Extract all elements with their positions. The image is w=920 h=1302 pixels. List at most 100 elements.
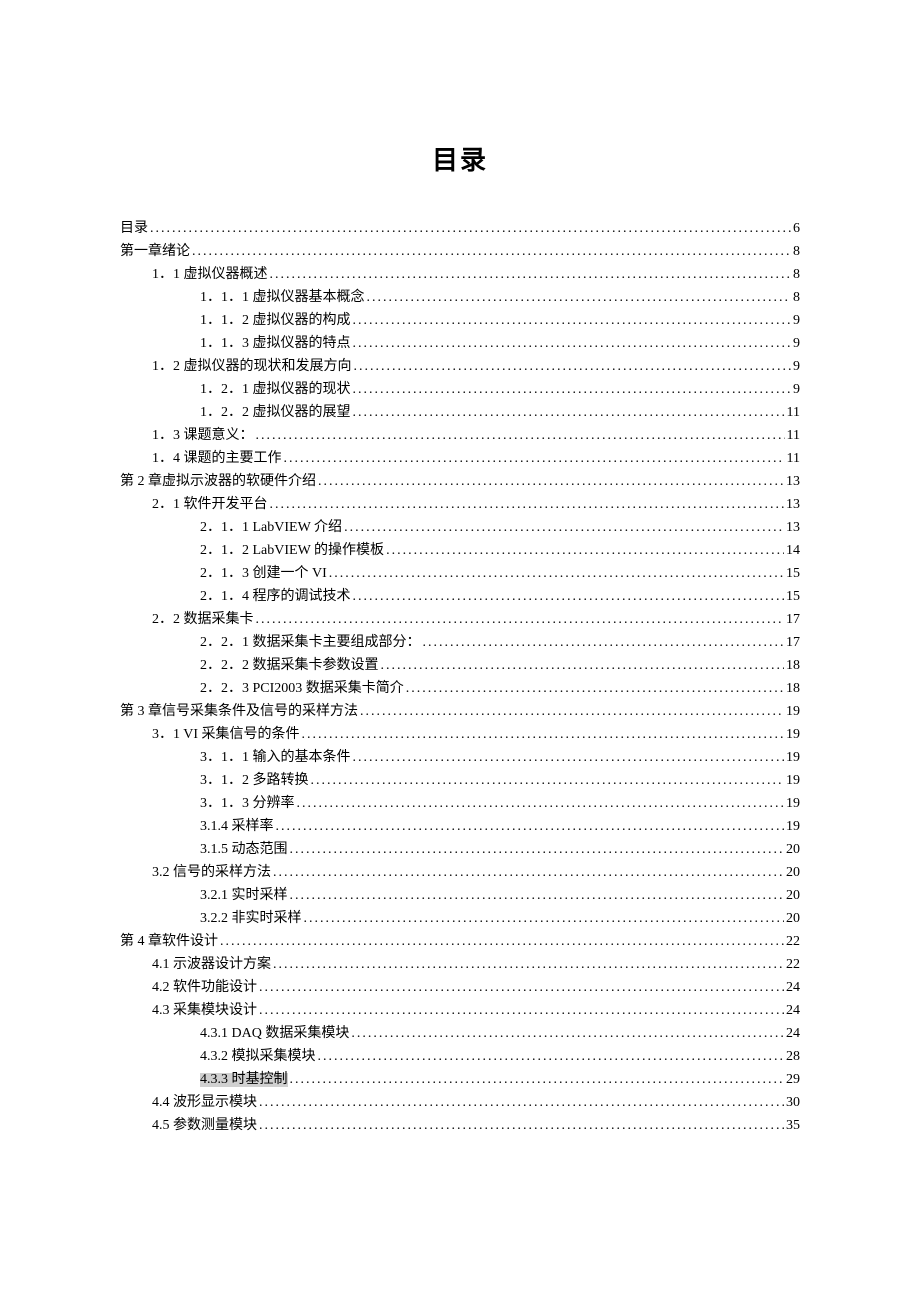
toc-page-number: 19 xyxy=(786,705,800,719)
toc-page-number: 13 xyxy=(786,475,800,489)
toc-entry[interactable]: 2．1．1 LabVIEW 介绍13 xyxy=(120,521,800,535)
toc-entry[interactable]: 4.3.2 模拟采集模块28 xyxy=(120,1050,800,1064)
toc-leader-dots xyxy=(259,1004,784,1018)
toc-page-number: 22 xyxy=(786,958,800,972)
toc-page-number: 20 xyxy=(786,889,800,903)
toc-page-number: 28 xyxy=(786,1050,800,1064)
toc-entry[interactable]: 3.2 信号的采样方法20 xyxy=(120,866,800,880)
toc-entry[interactable]: 1．3 课题意义：11 xyxy=(120,429,800,443)
toc-leader-dots xyxy=(297,797,785,811)
toc-entry[interactable]: 1．1 虚拟仪器概述8 xyxy=(120,268,800,282)
toc-page-number: 11 xyxy=(787,452,800,466)
toc-entry[interactable]: 4.3.3 时基控制29 xyxy=(120,1073,800,1087)
toc-page-number: 17 xyxy=(786,636,800,650)
toc-label: 3.2.2 非实时采样 xyxy=(200,912,302,926)
toc-entry[interactable]: 4.3 采集模块设计24 xyxy=(120,1004,800,1018)
toc-label: 4.4 波形显示模块 xyxy=(152,1096,257,1110)
toc-entry[interactable]: 1．2．1 虚拟仪器的现状9 xyxy=(120,383,800,397)
toc-entry[interactable]: 3.2.2 非实时采样20 xyxy=(120,912,800,926)
toc-page-number: 9 xyxy=(793,337,800,351)
toc-page-number: 19 xyxy=(786,820,800,834)
toc-entry[interactable]: 1．4 课题的主要工作11 xyxy=(120,452,800,466)
toc-leader-dots xyxy=(290,889,785,903)
toc-entry[interactable]: 3．1．3 分辨率19 xyxy=(120,797,800,811)
toc-leader-dots xyxy=(344,521,784,535)
toc-entry[interactable]: 2．2 数据采集卡17 xyxy=(120,613,800,627)
toc-label: 4.1 示波器设计方案 xyxy=(152,958,271,972)
toc-label: 3.1.5 动态范围 xyxy=(200,843,288,857)
toc-page-number: 19 xyxy=(786,797,800,811)
toc-entry[interactable]: 1．1．1 虚拟仪器基本概念8 xyxy=(120,291,800,305)
toc-entry[interactable]: 1．1．3 虚拟仪器的特点9 xyxy=(120,337,800,351)
toc-label: 2．1 软件开发平台 xyxy=(152,498,268,512)
toc-leader-dots xyxy=(353,751,785,765)
toc-entry[interactable]: 3．1．1 输入的基本条件19 xyxy=(120,751,800,765)
toc-label: 3.2 信号的采样方法 xyxy=(152,866,271,880)
toc-entry[interactable]: 4.1 示波器设计方案 22 xyxy=(120,958,800,972)
toc-leader-dots xyxy=(353,406,785,420)
toc-entry[interactable]: 2．2．2 数据采集卡参数设置18 xyxy=(120,659,800,673)
toc-leader-dots xyxy=(406,682,784,696)
toc-page-number: 18 xyxy=(786,659,800,673)
toc-entry[interactable]: 1．1．2 虚拟仪器的构成9 xyxy=(120,314,800,328)
toc-page-number: 17 xyxy=(786,613,800,627)
toc-entry[interactable]: 1．2．2 虚拟仪器的展望 11 xyxy=(120,406,800,420)
toc-leader-dots xyxy=(270,498,785,512)
toc-entry[interactable]: 第 4 章软件设计 22 xyxy=(120,935,800,949)
toc-page-number: 24 xyxy=(786,1027,800,1041)
toc-entry[interactable]: 2．1．3 创建一个 VI15 xyxy=(120,567,800,581)
toc-leader-dots xyxy=(423,636,785,650)
toc-page-number: 30 xyxy=(786,1096,800,1110)
toc-page-number: 29 xyxy=(786,1073,800,1087)
toc-entry[interactable]: 2．1．4 程序的调试技术15 xyxy=(120,590,800,604)
toc-label: 3．1．2 多路转换 xyxy=(200,774,309,788)
toc-label: 2．2．3 PCI2003 数据采集卡简介 xyxy=(200,682,404,696)
toc-leader-dots xyxy=(329,567,784,581)
toc-leader-dots xyxy=(354,360,792,374)
toc-entry[interactable]: 3.1.4 采样率 19 xyxy=(120,820,800,834)
toc-entry[interactable]: 3．1．2 多路转换19 xyxy=(120,774,800,788)
toc-entry[interactable]: 目录6 xyxy=(120,222,800,236)
toc-label: 1．3 课题意义： xyxy=(152,429,254,443)
table-of-contents: 目录6 第一章绪论8 1．1 虚拟仪器概述8 1．1．1 虚拟仪器基本概念8 1．1．2… xyxy=(120,222,800,1133)
toc-label: 2．1．1 LabVIEW 介绍 xyxy=(200,521,342,535)
toc-label: 1．1 虚拟仪器概述 xyxy=(152,268,268,282)
toc-entry[interactable]: 1．2 虚拟仪器的现状和发展方向9 xyxy=(120,360,800,374)
toc-label: 3．1 VI 采集信号的条件 xyxy=(152,728,300,742)
toc-entry[interactable]: 第一章绪论8 xyxy=(120,245,800,259)
toc-label: 第 2 章虚拟示波器的软硬件介绍 xyxy=(120,475,316,489)
toc-label: 第 4 章软件设计 xyxy=(120,935,218,949)
toc-label: 第 3 章信号采集条件及信号的采样方法 xyxy=(120,705,358,719)
toc-entry[interactable]: 第 2 章虚拟示波器的软硬件介绍 13 xyxy=(120,475,800,489)
toc-entry[interactable]: 2．2．1 数据采集卡主要组成部分：17 xyxy=(120,636,800,650)
toc-entry[interactable]: 2．1 软件开发平台13 xyxy=(120,498,800,512)
toc-page-number: 9 xyxy=(793,314,800,328)
toc-entry[interactable]: 3.1.5 动态范围 20 xyxy=(120,843,800,857)
toc-leader-dots xyxy=(304,912,785,926)
toc-entry[interactable]: 3．1 VI 采集信号的条件19 xyxy=(120,728,800,742)
toc-page-number: 20 xyxy=(786,843,800,857)
toc-leader-dots xyxy=(311,774,785,788)
toc-entry[interactable]: 第 3 章信号采集条件及信号的采样方法 19 xyxy=(120,705,800,719)
toc-leader-dots xyxy=(353,314,792,328)
toc-page-number: 22 xyxy=(786,935,800,949)
toc-label: 3.1.4 采样率 xyxy=(200,820,274,834)
toc-entry[interactable]: 4.2 软件功能设计24 xyxy=(120,981,800,995)
toc-entry[interactable]: 4.5 参数测量模块35 xyxy=(120,1119,800,1133)
toc-page-number: 9 xyxy=(793,360,800,374)
toc-page-number: 11 xyxy=(787,406,800,420)
toc-leader-dots xyxy=(353,383,792,397)
toc-label: 4.3 采集模块设计 xyxy=(152,1004,257,1018)
toc-leader-dots xyxy=(259,1096,784,1110)
toc-entry[interactable]: 3.2.1 实时采样20 xyxy=(120,889,800,903)
toc-entry[interactable]: 2．2．3 PCI2003 数据采集卡简介18 xyxy=(120,682,800,696)
toc-label: 2．1．4 程序的调试技术 xyxy=(200,590,351,604)
toc-entry[interactable]: 4.4 波形显示模块 30 xyxy=(120,1096,800,1110)
toc-label: 1．2．2 虚拟仪器的展望 xyxy=(200,406,351,420)
toc-leader-dots xyxy=(381,659,785,673)
toc-page-number: 9 xyxy=(793,383,800,397)
toc-leader-dots xyxy=(259,1119,784,1133)
toc-leader-dots xyxy=(318,1050,785,1064)
toc-entry[interactable]: 4.3.1 DAQ 数据采集模块24 xyxy=(120,1027,800,1041)
toc-entry[interactable]: 2．1．2 LabVIEW 的操作模板14 xyxy=(120,544,800,558)
